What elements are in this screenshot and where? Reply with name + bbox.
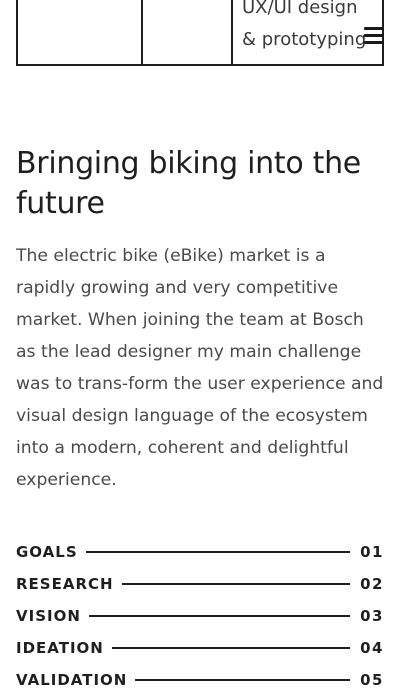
toc-item-research[interactable]: RESEARCH 02 xyxy=(16,568,384,600)
meta-cell-role: UX/UI design & prototyping xyxy=(231,0,382,64)
toc-number: 05 xyxy=(360,671,384,689)
toc-divider-line xyxy=(85,551,351,553)
toc-number: 02 xyxy=(360,575,384,593)
page-title: Bringing biking into the future xyxy=(16,146,361,221)
toc-number: 04 xyxy=(360,639,384,657)
hamburger-menu-icon[interactable] xyxy=(364,26,384,46)
toc-label: VALIDATION xyxy=(16,671,128,689)
toc-item-ideation[interactable]: IDEATION 04 xyxy=(16,632,384,664)
toc-divider-line xyxy=(88,615,351,617)
meta-role-text: UX/UI design & prototyping xyxy=(242,0,367,50)
toc-divider-line xyxy=(135,679,351,681)
toc-label: RESEARCH xyxy=(16,575,114,593)
project-meta-table: UX/UI design & prototyping xyxy=(16,0,384,66)
toc-divider-line xyxy=(111,647,351,649)
toc-number: 01 xyxy=(360,543,384,561)
toc-number: 03 xyxy=(360,607,384,625)
toc-label: VISION xyxy=(16,607,81,625)
toc-item-goals[interactable]: GOALS 01 xyxy=(16,536,384,568)
meta-cell-1 xyxy=(18,0,143,64)
intro-paragraph: The electric bike (eBike) market is a ra… xyxy=(16,246,384,490)
toc-item-validation[interactable]: VALIDATION 05 xyxy=(16,664,384,696)
toc-divider-line xyxy=(121,583,351,585)
toc-label: IDEATION xyxy=(16,639,104,657)
meta-cell-2 xyxy=(141,0,233,64)
toc-item-vision[interactable]: VISION 03 xyxy=(16,600,384,632)
table-of-contents: GOALS 01 RESEARCH 02 VISION 03 IDEATION … xyxy=(16,536,384,696)
toc-label: GOALS xyxy=(16,543,78,561)
